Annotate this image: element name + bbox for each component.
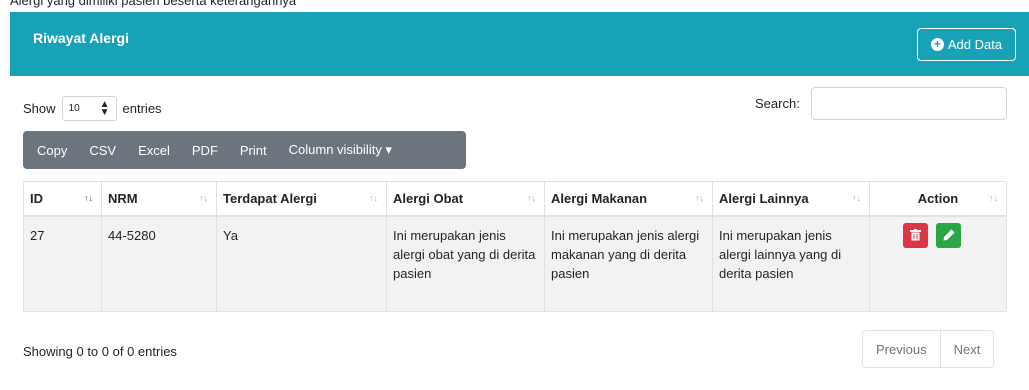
trash-icon xyxy=(910,229,921,241)
plus-circle-icon: + xyxy=(930,38,944,51)
column-header-alergi-lainnya[interactable]: Alergi Lainnya ↑↓ xyxy=(712,181,870,217)
show-label: Show xyxy=(23,101,56,116)
excel-button[interactable]: Excel xyxy=(138,143,170,158)
copy-button[interactable]: Copy xyxy=(37,143,67,158)
column-visibility-button[interactable]: Column visibility ▾ xyxy=(289,142,392,158)
column-header-alergi-makanan[interactable]: Alergi Makanan ↑↓ xyxy=(544,181,713,217)
sort-arrows-icon: ↑↓ xyxy=(527,193,536,203)
csv-button[interactable]: CSV xyxy=(89,143,116,158)
cell-id: 27 xyxy=(23,215,102,312)
sort-asc-icon: ↑↓ xyxy=(84,193,93,203)
add-data-label: Add Data xyxy=(947,37,1003,52)
card-title: Riwayat Alergi xyxy=(33,30,129,46)
search-input[interactable] xyxy=(810,87,1007,120)
row-actions xyxy=(903,222,1000,248)
export-button-group: Copy CSV Excel PDF Print Column visibili… xyxy=(23,131,466,169)
cell-alergi-obat: Ini merupakan jenis alergi obat yang di … xyxy=(386,215,545,312)
entries-label: entries xyxy=(122,101,162,116)
cell-action xyxy=(869,215,1007,312)
card-header: Riwayat Alergi + Add Data xyxy=(10,12,1029,76)
search-control: Search: xyxy=(755,87,1007,120)
previous-page-button[interactable]: Previous xyxy=(862,330,941,368)
top-cropped-text: Alergi yang dimiliki pasien beserta kete… xyxy=(0,0,1029,12)
table-header-row: ID ↑↓ NRM ↑↓ Terdapat Alergi ↑↓ Alergi Obat… xyxy=(23,181,1007,217)
cell-alergi-makanan: Ini merupakan jenis alergi makanan yang … xyxy=(544,215,713,312)
table-row: 27 44-5280 Ya Ini merupakan jenis alergi… xyxy=(23,215,1007,312)
column-header-terdapat-alergi[interactable]: Terdapat Alergi ↑↓ xyxy=(216,181,387,217)
column-header-action[interactable]: Action ↑↓ xyxy=(869,181,1007,217)
sort-arrows-icon: ↑↓ xyxy=(695,193,704,203)
column-header-alergi-obat[interactable]: Alergi Obat ↑↓ xyxy=(386,181,545,217)
pdf-button[interactable]: PDF xyxy=(192,143,218,158)
pencil-icon xyxy=(943,229,954,241)
cell-nrm: 44-5280 xyxy=(101,215,217,312)
add-data-button[interactable]: + Add Data xyxy=(917,28,1016,61)
next-page-button[interactable]: Next xyxy=(940,330,995,368)
column-header-id[interactable]: ID ↑↓ xyxy=(23,181,102,217)
length-control: Show 10 ▲ ▼ entries xyxy=(23,96,162,121)
cell-alergi-lainnya: Ini merupakan jenis alergi lainnya yang … xyxy=(712,215,870,312)
edit-button[interactable] xyxy=(936,222,961,248)
cell-terdapat-alergi: Ya xyxy=(216,215,387,312)
column-header-nrm[interactable]: NRM ↑↓ xyxy=(101,181,217,217)
entries-select[interactable]: 10 ▲ ▼ xyxy=(61,96,117,121)
table-info: Showing 0 to 0 of 0 entries xyxy=(23,344,177,359)
top-note: Alergi yang dimiliki pasien beserta kete… xyxy=(10,0,297,8)
delete-button[interactable] xyxy=(903,222,928,248)
entries-select-value: 10 xyxy=(68,103,80,114)
allergy-table: ID ↑↓ NRM ↑↓ Terdapat Alergi ↑↓ Alergi Obat… xyxy=(23,181,1007,312)
updown-caret-icon: ▲ ▼ xyxy=(99,98,110,118)
pagination: Previous Next xyxy=(862,330,995,368)
sort-arrows-icon: ↑↓ xyxy=(369,193,378,203)
sort-arrows-icon: ↑↓ xyxy=(989,193,998,203)
sort-arrows-icon: ↑↓ xyxy=(852,193,861,203)
sort-arrows-icon: ↑↓ xyxy=(199,193,208,203)
print-button[interactable]: Print xyxy=(240,143,267,158)
search-label: Search: xyxy=(755,96,800,111)
